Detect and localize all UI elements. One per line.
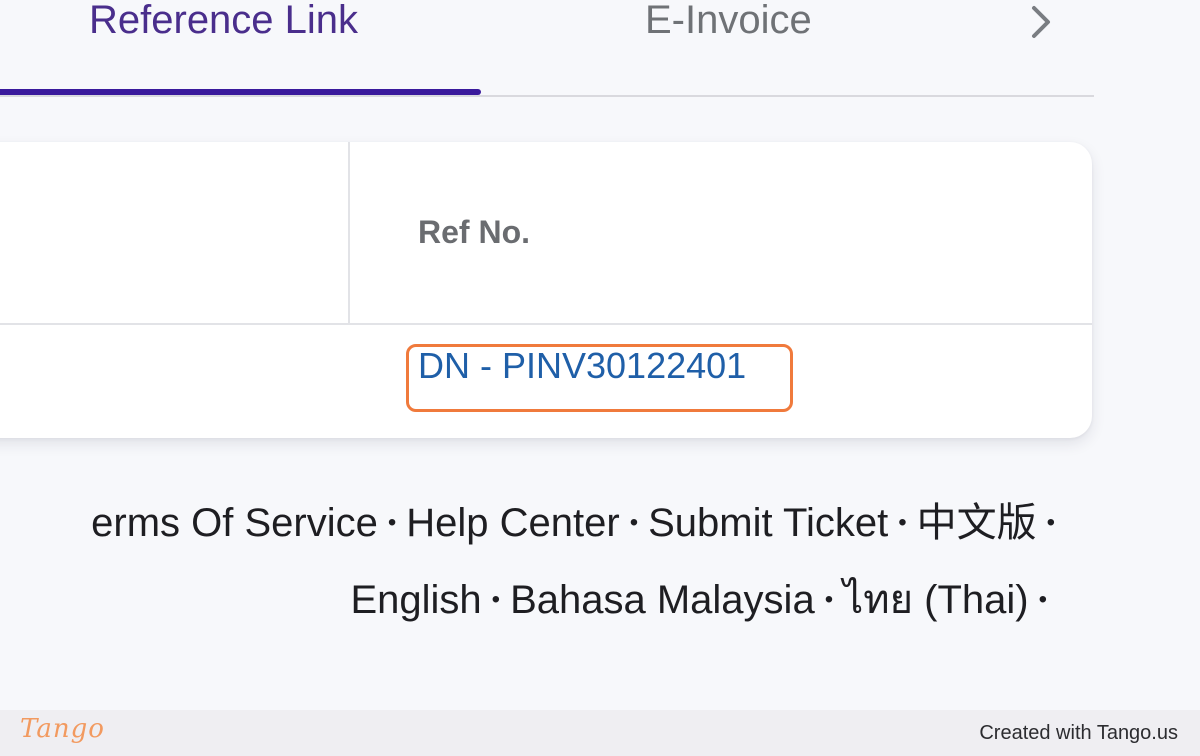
footer-links-row-2: English • Bahasa Malaysia • ไทย (Thai) • xyxy=(350,567,1057,631)
footer-separator: • xyxy=(491,586,501,613)
ref-no-link[interactable]: DN - PINV30122401 xyxy=(418,345,746,387)
footer-separator: • xyxy=(1038,586,1047,613)
column-header-ref-no: Ref No. xyxy=(418,214,530,250)
page: Reference Link E-Invoice Ref No. DN - PI… xyxy=(0,0,1200,756)
tab-bar-divider xyxy=(0,95,1094,97)
tango-credit: Created with Tango.us xyxy=(979,722,1178,744)
tango-watermark-bar: Tango Created with Tango.us xyxy=(0,710,1200,756)
column-divider xyxy=(348,142,350,323)
footer-link-submit-ticket[interactable]: Submit Ticket xyxy=(648,501,888,545)
footer-separator: • xyxy=(387,509,397,536)
footer-link-chinese[interactable]: 中文版 xyxy=(917,501,1037,545)
footer-separator: • xyxy=(824,586,834,613)
footer-link-english[interactable]: English xyxy=(350,578,481,622)
table-row: DN - PINV30122401 xyxy=(0,325,1092,438)
active-tab-indicator xyxy=(0,89,481,95)
footer-link-help-center[interactable]: Help Center xyxy=(406,501,619,545)
tab-e-invoice[interactable]: E-Invoice xyxy=(645,0,812,44)
tab-reference-link[interactable]: Reference Link xyxy=(89,0,358,44)
tango-logo: Tango xyxy=(20,714,105,744)
table-header: Ref No. xyxy=(0,142,1092,325)
footer-link-bahasa-malaysia[interactable]: Bahasa Malaysia xyxy=(510,578,815,622)
reference-table-card: Ref No. DN - PINV30122401 xyxy=(0,142,1092,438)
footer-link-terms-of-service[interactable]: erms Of Service xyxy=(91,501,378,545)
chevron-right-icon[interactable] xyxy=(1022,2,1058,42)
tab-bar: Reference Link E-Invoice xyxy=(0,0,1094,97)
footer-link-thai[interactable]: ไทย (Thai) xyxy=(843,578,1029,622)
footer-separator: • xyxy=(1046,509,1055,536)
footer-links-row-1: erms Of Service • Help Center • Submit Ticke… xyxy=(91,490,1065,548)
footer-separator: • xyxy=(898,509,907,536)
footer-separator: • xyxy=(629,509,639,536)
